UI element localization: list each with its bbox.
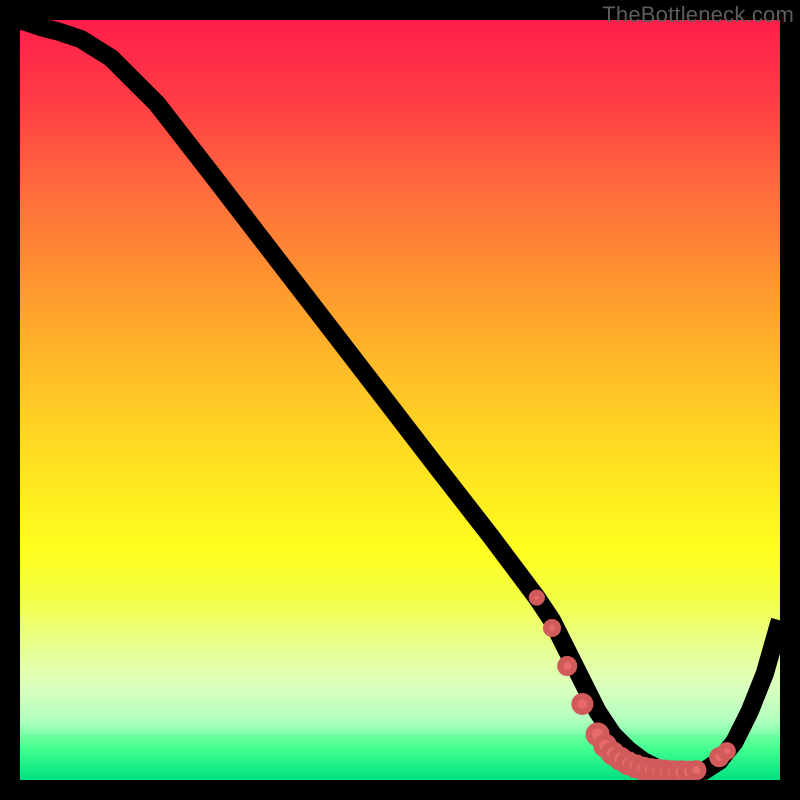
chart-container: TheBottleneck.com xyxy=(0,0,800,800)
optimal-dot xyxy=(721,745,733,757)
bottleneck-curve xyxy=(20,20,780,772)
optimal-dot xyxy=(574,696,590,712)
optimal-dot xyxy=(532,593,542,603)
optimal-dot xyxy=(546,622,558,634)
optimal-dot xyxy=(560,659,574,673)
watermark-text: TheBottleneck.com xyxy=(602,2,794,28)
curve-layer xyxy=(20,20,780,780)
optimal-dot xyxy=(689,763,703,777)
plot-area xyxy=(20,20,780,780)
